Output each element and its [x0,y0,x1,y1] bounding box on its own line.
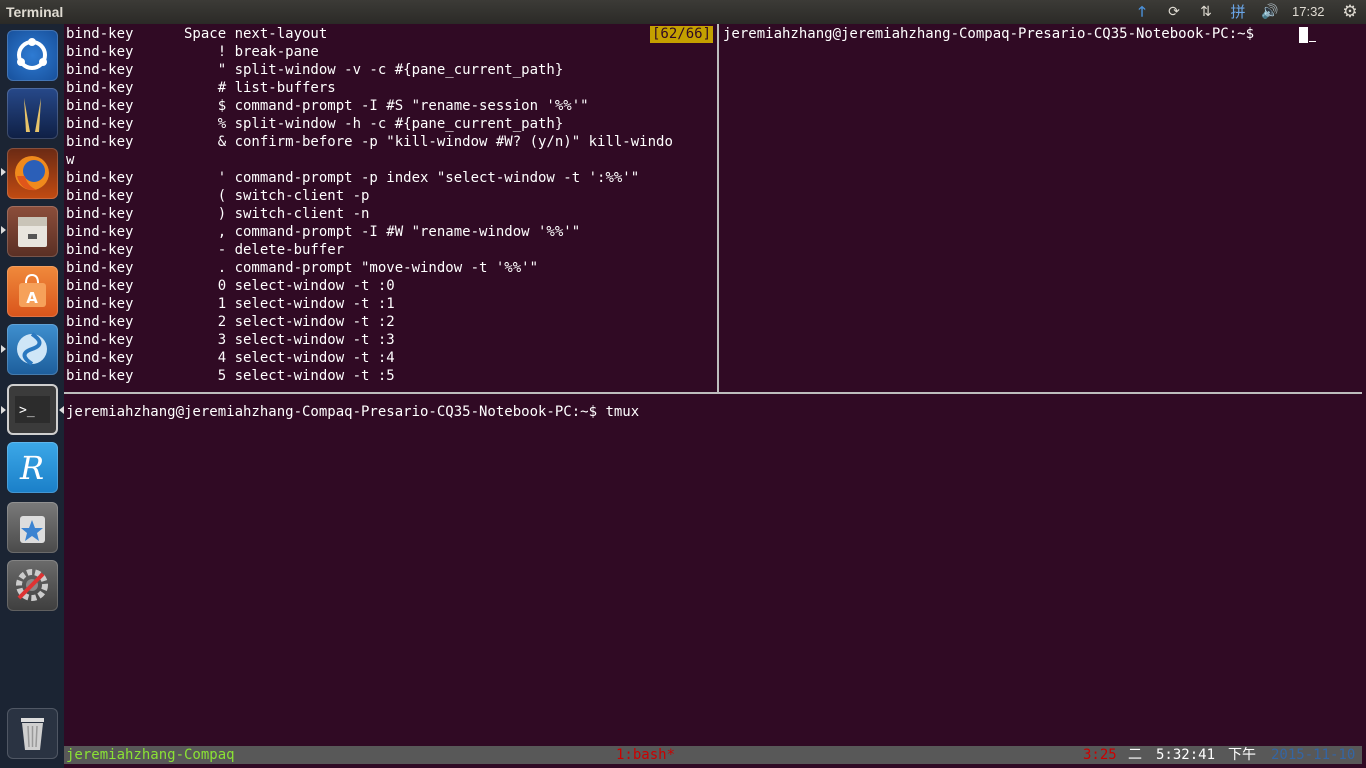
network-icon[interactable]: ⇅ [1195,2,1217,22]
list-item: bind-key $ command-prompt -I #S "rename-… [66,98,589,114]
launcher: A >_ R [0,24,64,768]
window-tab[interactable]: 1:bash* [616,746,675,764]
clock[interactable]: 17:32 [1292,4,1325,19]
browser-app-icon[interactable] [7,324,58,375]
software-center-icon[interactable]: A [7,266,58,317]
list-item: bind-key Space next-layout [66,26,328,42]
list-item: bind-key ' command-prompt -p index "sele… [66,170,640,186]
list-item: bind-key 5 select-window -t :5 [66,368,395,384]
svg-text:A: A [26,289,38,307]
uptime: 3:25 [1083,747,1117,763]
list-item: w [66,152,75,168]
weekday: 二 [1128,747,1142,763]
list-item: bind-key 4 select-window -t :4 [66,350,395,366]
list-item: bind-key , command-prompt -I #W "rename-… [66,224,581,240]
firefox-icon[interactable] [7,148,58,199]
status-time: 5:32:41 [1156,747,1216,763]
ampm: 下午 [1228,747,1256,763]
list-item: bind-key ) switch-client -n [66,206,370,222]
list-item: bind-key 3 select-window -t :3 [66,332,395,348]
settings-gear-icon[interactable]: ⚙ [1339,2,1361,22]
list-item: bind-key - delete-buffer [66,242,345,258]
svg-text:>_: >_ [19,403,35,418]
session-name: jeremiahzhang-Compaq [66,747,235,763]
list-item: bind-key " split-window -v -c #{pane_cur… [66,62,564,78]
shell-prompt: jeremiahzhang@jeremiahzhang-Compaq-Presa… [723,26,1263,42]
text-editor-icon[interactable] [7,88,58,139]
terminal-window[interactable]: bind-key Space next-layout bind-key ! br… [64,24,1366,768]
starred-app-icon[interactable] [7,502,58,553]
list-item: bind-key ( switch-client -p [66,188,370,204]
list-item: bind-key . command-prompt "move-window -… [66,260,539,276]
trash-icon[interactable] [7,708,58,759]
cursor-underline [1309,41,1316,42]
list-item: bind-key % split-window -h -c #{pane_cur… [66,116,564,132]
window-title: Terminal [6,4,64,20]
list-item: bind-key & confirm-before -p "kill-windo… [66,134,673,150]
text-cursor [1299,27,1308,43]
svg-text:R: R [19,449,44,487]
upload-arrow-icon[interactable]: 🡑 [1131,2,1153,22]
terminal-icon[interactable]: >_ [7,384,58,435]
top-panel: Terminal 🡑 ⟳ ⇅ 拼 🔊 17:32 ⚙ [0,0,1366,24]
tmux-status-bar: jeremiahzhang-Compaq 1:bash* 3:25 二 5:32… [64,746,1362,764]
r-app-icon[interactable]: R [7,442,58,493]
file-manager-icon[interactable] [7,206,58,257]
running-indicator [1,406,6,414]
status-date: 2015-11-10 [1271,747,1356,763]
volume-icon[interactable]: 🔊 [1259,2,1281,22]
list-item: bind-key # list-buffers [66,80,336,96]
list-item: bind-key 2 select-window -t :2 [66,314,395,330]
running-indicator [1,226,6,234]
system-settings-icon[interactable] [7,560,58,611]
pane-divider-horizontal[interactable] [64,392,1362,394]
scroll-position-indicator: [62/66] [650,26,714,43]
pane-divider-vertical[interactable] [717,24,719,392]
shell-prompt: jeremiahzhang@jeremiahzhang-Compaq-Presa… [66,404,640,420]
sync-icon[interactable]: ⟳ [1163,2,1185,22]
list-item: bind-key ! break-pane [66,44,319,60]
running-indicator [1,345,6,353]
input-method-icon[interactable]: 拼 [1227,2,1249,22]
dash-home-icon[interactable] [7,30,58,81]
list-item: bind-key 0 select-window -t :0 [66,278,395,294]
list-item: bind-key 1 select-window -t :1 [66,296,395,312]
running-indicator [1,168,6,176]
